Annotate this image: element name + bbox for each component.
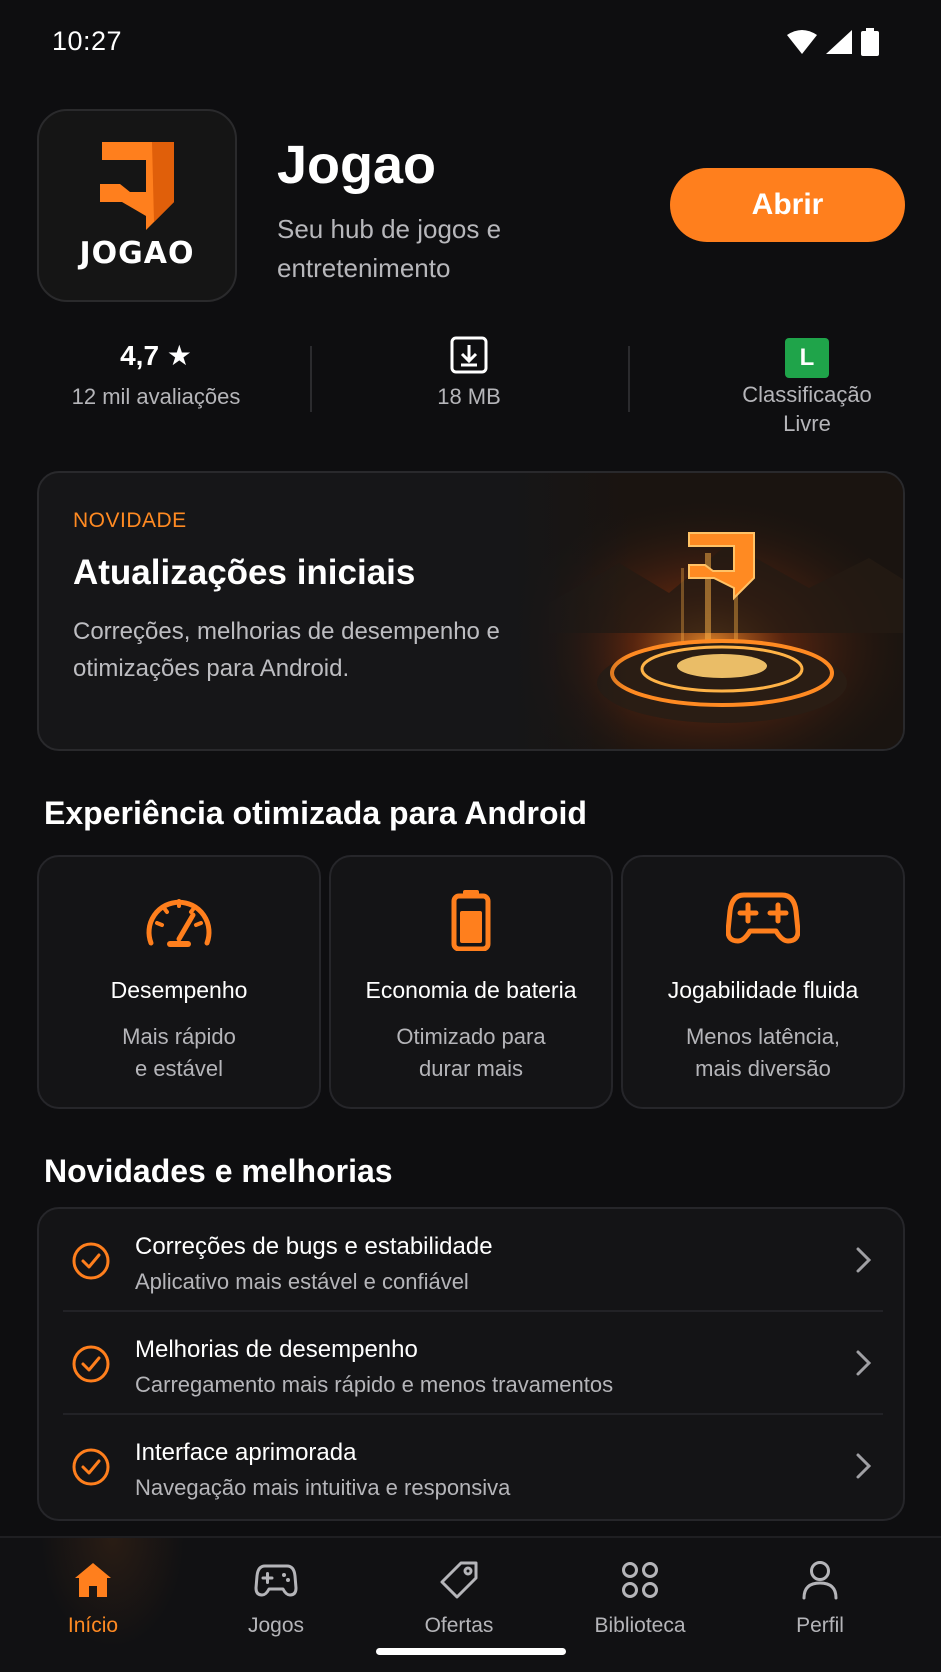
feature-card-gameplay[interactable]: Jogabilidade fluida Menos latência, mais… bbox=[621, 855, 905, 1109]
news-banner-image bbox=[509, 473, 903, 749]
news-title: Atualizações iniciais bbox=[73, 553, 416, 592]
news-card[interactable]: NOVIDADE Atualizações iniciais Correções… bbox=[37, 471, 905, 751]
j-logo-icon bbox=[100, 142, 174, 230]
feature-card-performance[interactable]: Desempenho Mais rápido e estável bbox=[37, 855, 321, 1109]
list-item[interactable]: Melhorias de desempenho Carregamento mai… bbox=[39, 1312, 903, 1415]
rating-count: 12 mil avaliações bbox=[71, 384, 241, 409]
app-icon: JOGAO bbox=[37, 109, 237, 302]
tag-icon bbox=[440, 1561, 478, 1599]
nav-item-ofertas[interactable]: Ofertas bbox=[384, 1556, 534, 1638]
rating-value: 4,7 ★ bbox=[120, 340, 192, 371]
feature-card-battery[interactable]: Economia de bateria Otimizado para durar… bbox=[329, 855, 613, 1109]
app-logo-text: JOGAO bbox=[79, 236, 195, 271]
feature-desc-line: mais diversão bbox=[695, 1056, 831, 1081]
grid-icon bbox=[622, 1562, 658, 1598]
battery-icon bbox=[451, 890, 491, 951]
check-circle-icon bbox=[72, 1345, 110, 1383]
wifi-icon bbox=[787, 30, 817, 54]
feature-description: Mais rápido e estável bbox=[39, 1021, 319, 1085]
stat-divider bbox=[628, 346, 630, 412]
feature-description: Otimizado para durar mais bbox=[331, 1021, 611, 1085]
list-item-title: Melhorias de desempenho bbox=[135, 1336, 418, 1363]
app-subtitle: Seu hub de jogos e entretenimento bbox=[277, 214, 502, 283]
gamepad-icon bbox=[254, 1564, 298, 1597]
nav-item-inicio[interactable]: Início bbox=[18, 1556, 168, 1638]
age-rating-badge: L bbox=[785, 338, 829, 378]
age-rating-label-2: Livre bbox=[783, 411, 831, 436]
nav-label: Início bbox=[67, 1614, 119, 1637]
nav-item-biblioteca[interactable]: Biblioteca bbox=[565, 1556, 715, 1638]
list-item[interactable]: Interface aprimorada Navegação mais intu… bbox=[39, 1415, 903, 1518]
list-item[interactable]: Correções de bugs e estabilidade Aplicat… bbox=[39, 1209, 903, 1312]
stat-divider bbox=[310, 346, 312, 412]
battery-icon bbox=[861, 28, 879, 56]
download-icon bbox=[319, 336, 619, 376]
feature-title: Jogabilidade fluida bbox=[667, 977, 859, 1003]
status-time: 10:27 bbox=[52, 26, 123, 56]
list-item-subtitle: Carregamento mais rápido e menos travame… bbox=[135, 1372, 614, 1397]
profile-icon bbox=[802, 1561, 838, 1600]
nav-label: Biblioteca bbox=[594, 1614, 686, 1637]
list-item-title: Correções de bugs e estabilidade bbox=[135, 1233, 493, 1260]
open-button[interactable]: Abrir bbox=[670, 168, 905, 242]
size-stat: 18 MB bbox=[319, 336, 619, 411]
news-tag: NOVIDADE bbox=[73, 509, 187, 532]
chevron-right-icon bbox=[856, 1453, 872, 1479]
age-rating-label: Classificação bbox=[742, 382, 872, 407]
list-item-title: Interface aprimorada bbox=[135, 1439, 357, 1466]
status-icons bbox=[787, 28, 879, 56]
news-text: Correções, melhorias de desempenho e oti… bbox=[73, 618, 500, 682]
status-bar: 10:27 bbox=[0, 0, 941, 88]
feature-description: Menos latência, mais diversão bbox=[623, 1021, 903, 1085]
improvements-section-title: Novidades e melhorias bbox=[44, 1153, 393, 1189]
nav-label: Jogos bbox=[247, 1614, 305, 1637]
chevron-right-icon bbox=[856, 1350, 872, 1376]
signal-icon bbox=[826, 30, 852, 54]
check-circle-icon bbox=[72, 1448, 110, 1486]
app-stats: 4,7 ★ 12 mil avaliações 18 MB L Classifi… bbox=[37, 336, 905, 446]
feature-title: Economia de bateria bbox=[365, 977, 577, 1003]
feature-desc-line: durar mais bbox=[419, 1056, 523, 1081]
chevron-right-icon bbox=[856, 1247, 872, 1273]
nav-label: Perfil bbox=[796, 1614, 844, 1637]
rating-stat[interactable]: 4,7 ★ 12 mil avaliações bbox=[37, 336, 275, 411]
gamepad-icon bbox=[726, 892, 800, 944]
features-section-title: Experiência otimizada para Android bbox=[44, 795, 587, 831]
check-circle-icon bbox=[72, 1242, 110, 1280]
list-item-subtitle: Aplicativo mais estável e confiável bbox=[135, 1269, 469, 1294]
feature-desc-line: Otimizado para bbox=[396, 1024, 546, 1049]
list-item-subtitle: Navegação mais intuitiva e responsiva bbox=[135, 1475, 511, 1500]
feature-desc-line: Mais rápido bbox=[122, 1024, 236, 1049]
app-title: Jogao bbox=[277, 135, 437, 195]
speedometer-icon bbox=[146, 899, 212, 947]
nav-item-perfil[interactable]: Perfil bbox=[745, 1556, 895, 1638]
improvements-list: Correções de bugs e estabilidade Aplicat… bbox=[37, 1207, 905, 1521]
nav-label: Ofertas bbox=[424, 1614, 494, 1637]
home-icon bbox=[75, 1563, 111, 1597]
nav-item-jogos[interactable]: Jogos bbox=[201, 1556, 351, 1638]
feature-title: Desempenho bbox=[110, 977, 248, 1003]
feature-desc-line: e estável bbox=[134, 1056, 224, 1081]
feature-desc-line: Menos latência, bbox=[685, 1024, 841, 1049]
size-label: 18 MB bbox=[437, 384, 501, 409]
home-indicator[interactable] bbox=[376, 1648, 566, 1655]
age-rating-stat: L Classificação Livre bbox=[657, 336, 941, 438]
